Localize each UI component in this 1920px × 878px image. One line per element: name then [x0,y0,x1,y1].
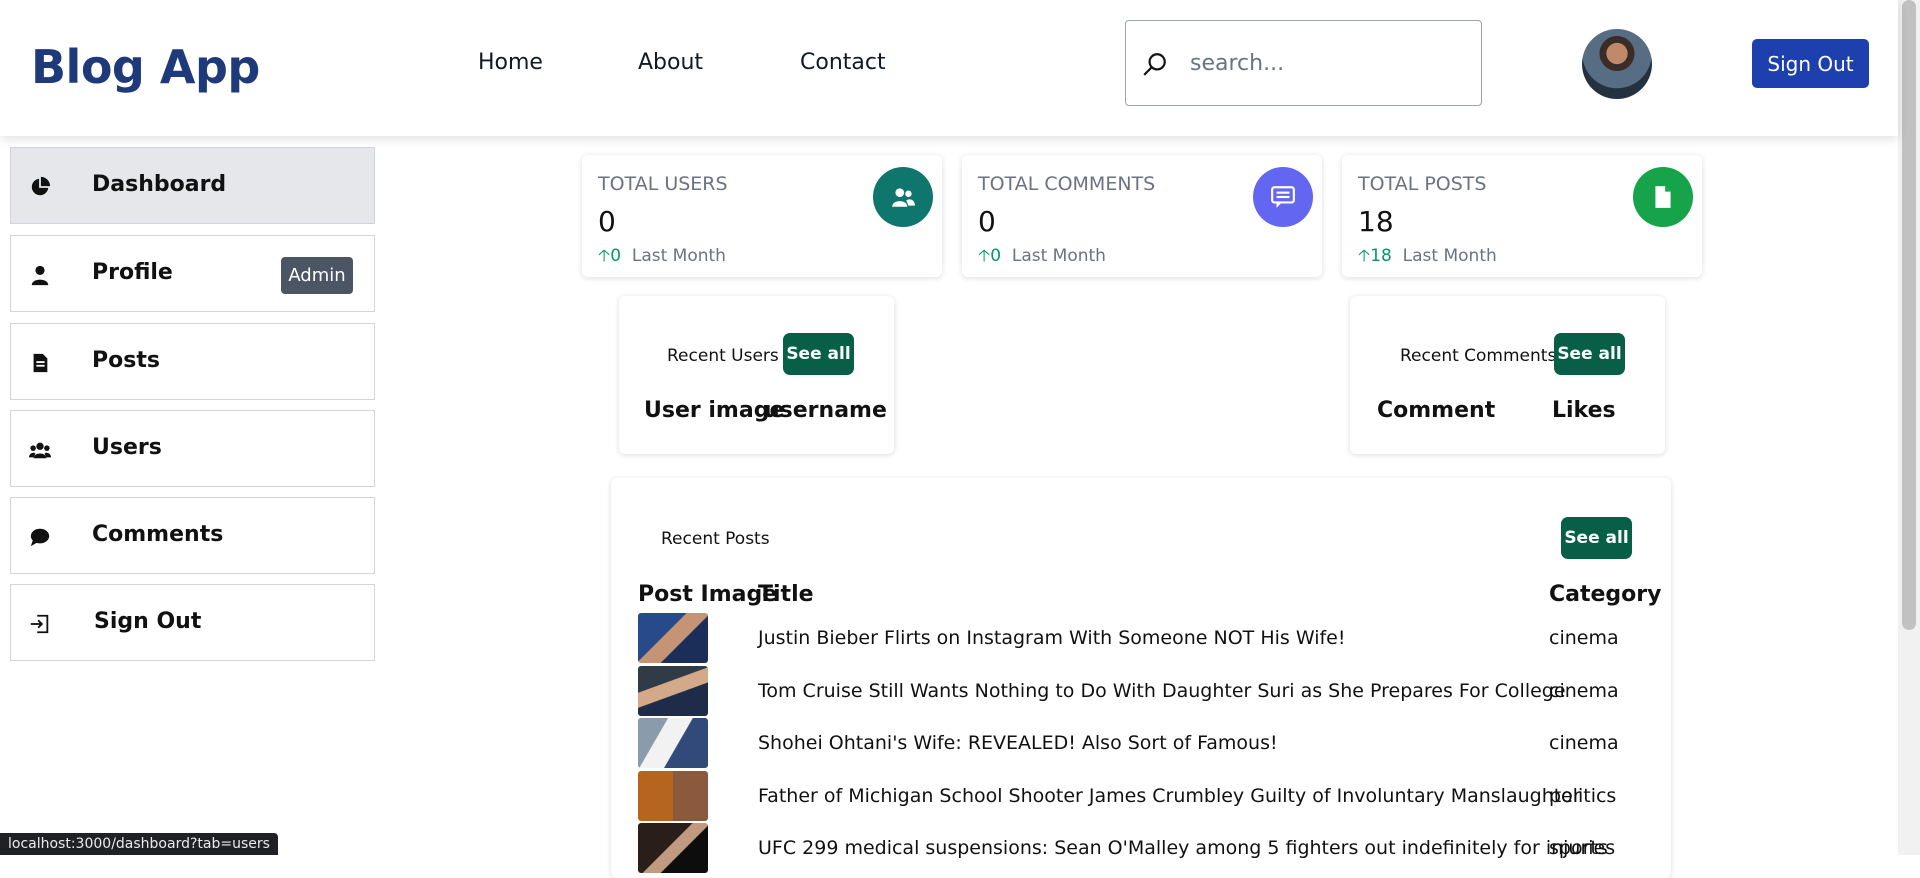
post-title[interactable]: Justin Bieber Flirts on Instagram With S… [758,627,1345,649]
column-header: Likes [1552,398,1616,423]
arrow-up-icon: 🡡 [1358,246,1371,266]
recent-users-title: Recent Users [667,346,779,366]
user-icon [31,265,49,286]
sign-out-button[interactable]: Sign Out [1752,39,1869,88]
post-category: cinema [1549,680,1619,702]
table-row[interactable]: UFC 299 medical suspensions: Sean O'Mall… [638,823,1648,875]
sidebar-item-label: Users [92,435,162,460]
table-row[interactable]: Shohei Ohtani's Wife: REVEALED! Also Sor… [638,718,1648,770]
post-image[interactable] [638,666,708,716]
column-header: Post Image [638,582,778,607]
sidebar-item-posts[interactable]: Posts [10,323,375,400]
users-icon [29,442,51,459]
sidebar-item-dashboard[interactable]: Dashboard [10,147,375,224]
browser-status-url: localhost:3000/dashboard?tab=users [0,833,278,855]
nav-contact-link[interactable]: Contact [800,50,886,75]
post-image[interactable] [638,613,708,663]
column-header: Comment [1377,398,1496,423]
post-title[interactable]: UFC 299 medical suspensions: Sean O'Mall… [758,837,1615,859]
stat-card-posts: TOTAL POSTS 18 🡡18 Last Month [1342,155,1702,277]
sidebar-item-comments[interactable]: Comments [10,497,375,574]
sidebar-item-profile[interactable]: Profile Admin [10,235,375,312]
post-image[interactable] [638,718,708,768]
table-row[interactable]: Father of Michigan School Shooter James … [638,771,1648,823]
comment-icon [30,528,50,547]
stat-change: 🡡0 Last Month [978,246,1106,266]
search-icon [1143,53,1166,76]
post-category: politics [1549,785,1617,807]
role-badge: Admin [281,257,353,294]
nav-home-link[interactable]: Home [478,50,543,75]
arrow-up-icon: 🡡 [598,246,611,266]
sidebar-item-label: Sign Out [94,609,202,634]
users-icon [873,167,933,227]
recent-comments-title: Recent Comments [1400,346,1557,366]
nav-about-link[interactable]: About [638,50,703,75]
see-all-comments-button[interactable]: See all [1554,333,1625,375]
sidebar-item-label: Dashboard [92,172,227,197]
stat-title: TOTAL USERS [598,173,728,195]
sign-out-icon [30,614,49,634]
table-row[interactable]: Tom Cruise Still Wants Nothing to Do Wit… [638,666,1648,718]
stat-card-comments: TOTAL COMMENTS 0 🡡0 Last Month [962,155,1322,277]
post-image[interactable] [638,771,708,821]
stat-change: 🡡18 Last Month [1358,246,1497,266]
stat-title: TOTAL COMMENTS [978,173,1156,195]
post-title[interactable]: Tom Cruise Still Wants Nothing to Do Wit… [758,680,1566,702]
search-input[interactable] [1190,43,1470,83]
comment-icon [1253,167,1313,227]
see-all-users-button[interactable]: See all [783,333,854,375]
sidebar-item-label: Comments [92,522,224,547]
post-title[interactable]: Shohei Ohtani's Wife: REVEALED! Also Sor… [758,732,1278,754]
column-header: username [764,398,887,423]
sidebar-item-sign-out[interactable]: Sign Out [10,584,375,661]
top-navbar: Blog App Home About Contact Sign Out [0,0,1898,136]
brand-logo[interactable]: Blog App [31,40,260,94]
stat-card-users: TOTAL USERS 0 🡡0 Last Month [582,155,942,277]
post-image[interactable] [638,823,708,873]
document-icon [33,353,48,373]
table-row[interactable]: Justin Bieber Flirts on Instagram With S… [638,613,1648,665]
see-all-posts-button[interactable]: See all [1561,517,1632,559]
post-title[interactable]: Father of Michigan School Shooter James … [758,785,1581,807]
sidebar-item-users[interactable]: Users [10,410,375,487]
recent-comments-panel: Recent Comments See all Comment Likes [1350,296,1665,454]
document-icon [1633,167,1693,227]
recent-posts-title: Recent Posts [661,529,770,549]
post-category: cinema [1549,732,1619,754]
post-category: sports [1549,837,1608,859]
page-scrollbar[interactable] [1898,0,1920,855]
sidebar-item-label: Profile [92,260,173,285]
search-box[interactable] [1125,20,1482,106]
user-avatar[interactable] [1582,29,1652,99]
arrow-up-icon: 🡡 [978,246,991,266]
column-header: Title [758,582,814,607]
pie-chart-icon [31,176,51,196]
stat-value: 0 [978,205,996,238]
stat-value: 0 [598,205,616,238]
scrollbar-thumb[interactable] [1902,0,1916,630]
sidebar-item-label: Posts [92,348,160,373]
stat-title: TOTAL POSTS [1358,173,1487,195]
stat-change: 🡡0 Last Month [598,246,726,266]
stat-value: 18 [1358,205,1394,238]
post-category: cinema [1549,627,1619,649]
column-header: Category [1549,582,1662,607]
recent-users-panel: Recent Users See all User image username [619,296,894,454]
